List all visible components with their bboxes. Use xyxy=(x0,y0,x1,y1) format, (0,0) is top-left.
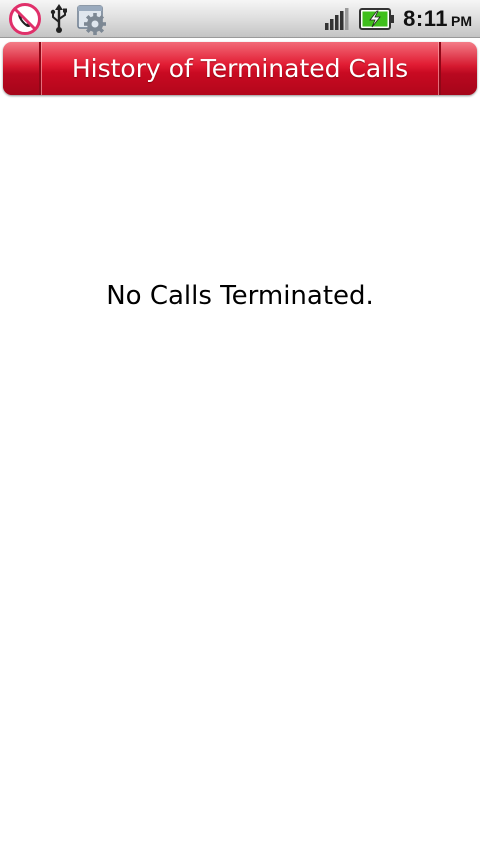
system-indicators: 8:11 PM xyxy=(325,0,472,38)
status-clock: 8:11 PM xyxy=(403,6,472,32)
title-bar-right-cap xyxy=(438,42,477,95)
empty-state-message: No Calls Terminated. xyxy=(106,281,374,311)
notification-area[interactable] xyxy=(8,2,108,36)
clock-time: 8:11 xyxy=(403,6,448,31)
status-bar: 8:11 PM xyxy=(0,0,480,38)
battery-charging-icon xyxy=(359,8,395,30)
page-title: History of Terminated Calls xyxy=(71,54,409,83)
settings-app-icon xyxy=(76,3,108,35)
title-bar: History of Terminated Calls xyxy=(3,42,477,95)
call-block-icon xyxy=(8,2,42,36)
title-bar-left-cap xyxy=(3,42,42,95)
usb-icon xyxy=(50,4,68,34)
clock-ampm: PM xyxy=(451,13,472,29)
signal-strength-icon xyxy=(325,8,351,30)
